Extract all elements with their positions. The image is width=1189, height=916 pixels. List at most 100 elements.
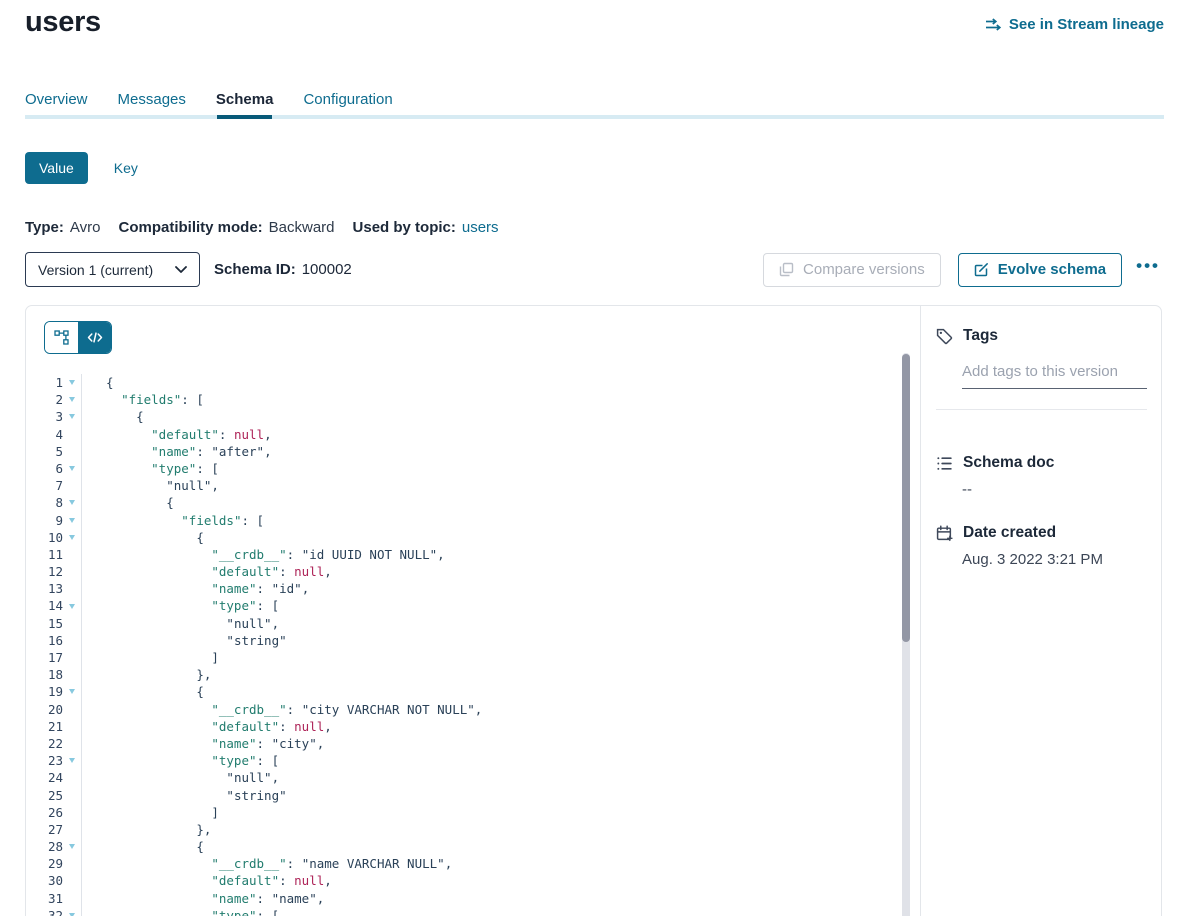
caret-spacer bbox=[63, 563, 81, 580]
caret-spacer bbox=[63, 718, 81, 735]
collapse-caret-icon[interactable] bbox=[63, 752, 81, 769]
schema-id-label: Schema ID: bbox=[214, 261, 296, 278]
code-view-button[interactable] bbox=[78, 322, 111, 353]
code-line: 17 ] bbox=[26, 649, 920, 666]
line-number: 31 bbox=[26, 890, 63, 907]
code-content: "null", bbox=[81, 477, 219, 494]
code-line: 27 }, bbox=[26, 821, 920, 838]
collapse-caret-icon[interactable] bbox=[63, 494, 81, 511]
code-scrollbar-track[interactable] bbox=[902, 353, 910, 916]
code-line: 16 "string" bbox=[26, 632, 920, 649]
caret-spacer bbox=[63, 701, 81, 718]
collapse-caret-icon[interactable] bbox=[63, 683, 81, 700]
tab-bar: Overview Messages Schema Configuration bbox=[25, 88, 1164, 119]
value-tab-button[interactable]: Value bbox=[25, 152, 88, 184]
collapse-caret-icon[interactable] bbox=[63, 512, 81, 529]
code-line: 26 ] bbox=[26, 804, 920, 821]
caret-spacer bbox=[63, 804, 81, 821]
line-number: 29 bbox=[26, 855, 63, 872]
line-number: 30 bbox=[26, 872, 63, 889]
code-content: { bbox=[81, 494, 174, 511]
line-number: 12 bbox=[26, 563, 63, 580]
collapse-caret-icon[interactable] bbox=[63, 529, 81, 546]
compatibility-group: Compatibility mode: Backward bbox=[118, 219, 334, 236]
tree-view-icon bbox=[54, 330, 69, 345]
collapse-caret-icon[interactable] bbox=[63, 408, 81, 425]
tree-view-button[interactable] bbox=[45, 322, 78, 353]
caret-spacer bbox=[63, 890, 81, 907]
schema-card: 1{2 "fields": [3 {4 "default": null,5 "n… bbox=[25, 305, 1162, 916]
sidebar-divider bbox=[936, 409, 1147, 410]
code-content: "fields": [ bbox=[81, 512, 264, 529]
collapse-caret-icon[interactable] bbox=[63, 374, 81, 391]
code-line: 20 "__crdb__": "city VARCHAR NOT NULL", bbox=[26, 701, 920, 718]
code-line: 15 "null", bbox=[26, 615, 920, 632]
compare-versions-button[interactable]: Compare versions bbox=[763, 253, 941, 287]
code-scrollbar-thumb[interactable] bbox=[902, 354, 910, 642]
code-content: { bbox=[81, 838, 204, 855]
caret-spacer bbox=[63, 443, 81, 460]
code-line: 22 "name": "city", bbox=[26, 735, 920, 752]
code-content: "name": "name", bbox=[81, 890, 324, 907]
more-options-button[interactable]: ••• bbox=[1132, 257, 1164, 283]
code-line: 1{ bbox=[26, 374, 920, 391]
code-line: 8 { bbox=[26, 494, 920, 511]
collapse-caret-icon[interactable] bbox=[63, 907, 81, 916]
caret-spacer bbox=[63, 580, 81, 597]
chevron-down-icon bbox=[175, 266, 187, 274]
caret-spacer bbox=[63, 787, 81, 804]
compare-icon bbox=[779, 262, 794, 277]
code-content: }, bbox=[81, 821, 211, 838]
line-number: 23 bbox=[26, 752, 63, 769]
line-number: 4 bbox=[26, 426, 63, 443]
collapse-caret-icon[interactable] bbox=[63, 597, 81, 614]
code-line: 5 "name": "after", bbox=[26, 443, 920, 460]
stream-lineage-icon bbox=[985, 18, 1002, 32]
schema-doc-value: -- bbox=[962, 481, 1147, 498]
code-content: "name": "after", bbox=[81, 443, 272, 460]
caret-spacer bbox=[63, 821, 81, 838]
line-number: 15 bbox=[26, 615, 63, 632]
key-tab-button[interactable]: Key bbox=[114, 160, 138, 176]
date-created-title: Date created bbox=[963, 524, 1056, 542]
code-line: 31 "name": "name", bbox=[26, 890, 920, 907]
schema-id-value: 100002 bbox=[302, 261, 352, 278]
collapse-caret-icon[interactable] bbox=[63, 391, 81, 408]
line-number: 22 bbox=[26, 735, 63, 752]
caret-spacer bbox=[63, 872, 81, 889]
date-created-value: Aug. 3 2022 3:21 PM bbox=[962, 551, 1147, 568]
evolve-schema-button[interactable]: Evolve schema bbox=[958, 253, 1122, 287]
code-content: "default": null, bbox=[81, 563, 332, 580]
code-content: "string" bbox=[81, 787, 287, 804]
code-content: }, bbox=[81, 666, 211, 683]
caret-spacer bbox=[63, 546, 81, 563]
code-content: "fields": [ bbox=[81, 391, 204, 408]
edit-icon bbox=[974, 262, 989, 277]
view-mode-toggle bbox=[44, 321, 112, 354]
line-number: 10 bbox=[26, 529, 63, 546]
compare-versions-label: Compare versions bbox=[803, 261, 925, 278]
version-select[interactable]: Version 1 (current) bbox=[25, 252, 200, 287]
schema-id-group: Schema ID: 100002 bbox=[214, 261, 352, 278]
caret-spacer bbox=[63, 855, 81, 872]
active-tab-underline bbox=[217, 115, 272, 119]
code-content: "null", bbox=[81, 769, 279, 786]
code-content: "name": "id", bbox=[81, 580, 309, 597]
caret-spacer bbox=[63, 769, 81, 786]
line-number: 7 bbox=[26, 477, 63, 494]
collapse-caret-icon[interactable] bbox=[63, 838, 81, 855]
tag-icon bbox=[936, 328, 953, 345]
tags-input[interactable] bbox=[962, 361, 1147, 389]
code-content: "type": [ bbox=[81, 460, 219, 477]
topic-link[interactable]: users bbox=[462, 219, 499, 236]
code-content: { bbox=[81, 529, 204, 546]
collapse-caret-icon[interactable] bbox=[63, 460, 81, 477]
line-number: 19 bbox=[26, 683, 63, 700]
line-number: 14 bbox=[26, 597, 63, 614]
stream-lineage-link[interactable]: See in Stream lineage bbox=[985, 16, 1164, 33]
code-content: "string" bbox=[81, 632, 287, 649]
code-editor[interactable]: 1{2 "fields": [3 {4 "default": null,5 "n… bbox=[26, 353, 920, 916]
line-number: 5 bbox=[26, 443, 63, 460]
more-options-icon: ••• bbox=[1136, 256, 1160, 275]
code-line: 9 "fields": [ bbox=[26, 512, 920, 529]
